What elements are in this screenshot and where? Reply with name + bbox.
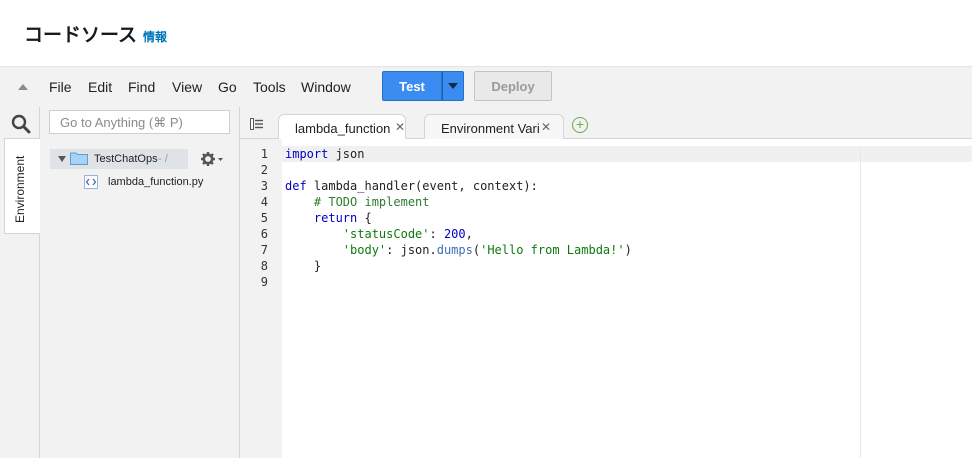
active-line-highlight <box>282 146 972 162</box>
line-number: 4 <box>260 195 268 209</box>
search-icon[interactable] <box>10 113 32 135</box>
tab-environment-variables[interactable]: Environment Vari ✕ <box>424 114 564 139</box>
environment-tab-label: Environment <box>13 155 27 223</box>
goto-anything-input[interactable]: Go to Anything (⌘ P) <box>49 110 230 134</box>
tab-label: lambda_function <box>295 121 391 136</box>
info-link[interactable]: 情報 <box>143 28 167 45</box>
code-line: def lambda_handler(event, context): <box>285 179 538 193</box>
close-icon[interactable]: ✕ <box>541 120 551 134</box>
code-line: # TODO implement <box>285 195 430 209</box>
code-line: } <box>285 259 322 273</box>
line-number: 1 <box>260 147 268 161</box>
deploy-button[interactable]: Deploy <box>474 71 552 101</box>
folder-path: - / <box>158 153 168 165</box>
menu-window[interactable]: Window <box>301 79 351 95</box>
python-file-icon <box>84 175 98 189</box>
test-dropdown-button[interactable] <box>442 71 464 101</box>
code-line: 'body': json.dumps('Hello from Lambda!') <box>342 243 632 257</box>
close-icon[interactable]: ✕ <box>395 120 405 134</box>
page-title: コードソース <box>24 25 138 46</box>
tab-label: Environment Vari <box>441 121 540 136</box>
menu-file[interactable]: File <box>49 79 72 95</box>
line-number: 6 <box>260 227 268 241</box>
menu-go[interactable]: Go <box>218 79 237 95</box>
menu-tools[interactable]: Tools <box>253 79 286 95</box>
code-line: 'statusCode': 200, <box>342 227 473 241</box>
expand-triangle-icon[interactable] <box>58 156 66 162</box>
tabs-menu-icon[interactable] <box>250 117 264 130</box>
tab-lambda-function[interactable]: lambda_function ✕ <box>278 114 406 140</box>
gear-icon[interactable] <box>200 151 224 167</box>
code-line: return { <box>313 211 372 225</box>
menu-find[interactable]: Find <box>128 79 155 95</box>
line-number: 9 <box>260 275 268 289</box>
add-tab-icon[interactable]: + <box>572 117 588 133</box>
line-number: 8 <box>260 259 268 273</box>
line-number: 7 <box>260 243 268 257</box>
folder-name: TestChatOps <box>94 153 158 165</box>
menu-view[interactable]: View <box>172 79 202 95</box>
file-tree-item[interactable]: lambda_function.py <box>108 176 203 188</box>
folder-icon <box>70 151 88 165</box>
environment-tab[interactable]: Environment <box>4 138 40 234</box>
caret-down-icon <box>448 83 458 89</box>
collapse-menu-icon[interactable] <box>18 84 28 90</box>
line-number: 3 <box>260 179 268 193</box>
test-button[interactable]: Test <box>382 71 442 101</box>
code-line: import json <box>285 147 365 161</box>
line-number: 2 <box>260 163 268 177</box>
print-margin <box>860 146 861 458</box>
line-number: 5 <box>260 211 268 225</box>
menu-edit[interactable]: Edit <box>88 79 112 95</box>
